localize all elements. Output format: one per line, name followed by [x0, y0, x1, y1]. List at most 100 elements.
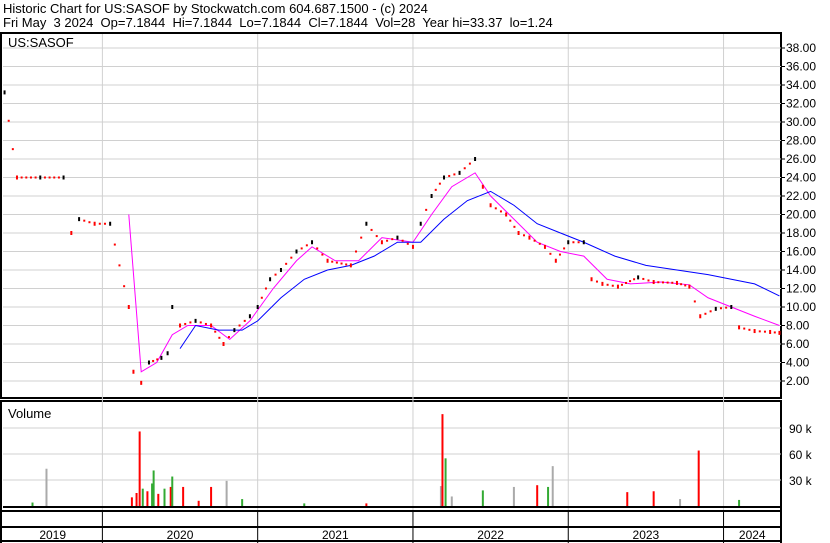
price-mark [684, 284, 687, 287]
price-mark [48, 176, 51, 179]
y-tick-label: 28.00 [786, 134, 816, 148]
price-mark [93, 221, 96, 226]
y-tick-label: 6.00 [786, 337, 810, 351]
price-mark [113, 243, 116, 246]
price-mark [260, 296, 263, 299]
price-mark [127, 305, 130, 309]
price-mark [391, 238, 394, 241]
volume-bar [697, 450, 700, 506]
price-mark [549, 252, 552, 255]
price-mark [693, 300, 696, 303]
price-mark [305, 244, 308, 247]
price-mark [494, 207, 497, 210]
price-mark [538, 242, 541, 245]
y-tick-label: 16.00 [786, 245, 816, 259]
price-mark [725, 306, 728, 309]
price-mark [321, 253, 324, 256]
price-mark [601, 281, 604, 286]
price-mark [285, 262, 288, 265]
volume-bar [536, 485, 539, 506]
price-mark [671, 281, 674, 284]
price-mark [629, 280, 632, 283]
price-mark [189, 321, 192, 324]
price-mark [468, 162, 471, 165]
price-mark [349, 263, 352, 268]
price-mark [563, 247, 566, 250]
volume-bar [551, 466, 554, 506]
price-mark [652, 280, 655, 285]
price-mark [140, 380, 143, 385]
price-mark [419, 221, 422, 226]
price-mark [311, 240, 314, 245]
price-mark [474, 157, 477, 161]
price-mark [295, 249, 298, 254]
price-mark [218, 336, 221, 339]
volume-bar [152, 470, 155, 506]
price-mark [411, 244, 414, 249]
price-mark [666, 281, 669, 284]
price-mark [688, 284, 691, 289]
price-mark [34, 176, 37, 179]
price-mark [675, 280, 678, 285]
price-mark [661, 281, 664, 284]
volume-bar [171, 476, 174, 506]
price-mark [132, 369, 135, 374]
volume-bar [652, 491, 655, 506]
volume-bar [547, 486, 550, 506]
price-mark [29, 176, 32, 179]
price-mark [248, 314, 251, 319]
volume-bar [130, 497, 133, 506]
price-mark [171, 305, 174, 309]
volume-tick-label: 90 k [789, 422, 813, 436]
price-mark [773, 331, 776, 334]
y-tick-label: 14.00 [786, 263, 816, 277]
price-mark [522, 234, 525, 237]
x-tick-label: 2024 [739, 528, 766, 542]
price-mark [53, 176, 56, 179]
price-mark [210, 323, 213, 328]
price-mark [204, 322, 207, 325]
price-mark [567, 240, 570, 245]
volume-bar [45, 468, 48, 506]
price-mark [401, 239, 404, 242]
price-mark [103, 222, 106, 225]
volume-bar [157, 493, 160, 506]
volume-bar [303, 503, 306, 506]
price-mark [194, 318, 197, 323]
price-mark [184, 322, 187, 325]
price-mark [214, 330, 217, 333]
price-panel [0, 32, 782, 399]
price-mark [513, 225, 516, 228]
price-mark [62, 175, 65, 180]
volume-tick-label: 60 k [789, 448, 813, 462]
price-mark [25, 176, 28, 179]
price-mark [657, 281, 660, 284]
price-mark [98, 222, 101, 225]
volume-bar [738, 499, 741, 506]
volume-bar [444, 458, 447, 506]
y-tick-label: 12.00 [786, 282, 816, 296]
price-mark [443, 175, 446, 180]
price-mark [572, 241, 575, 244]
price-mark [438, 182, 441, 185]
price-mark [256, 305, 259, 309]
volume-bar [210, 486, 213, 506]
price-mark [505, 212, 508, 217]
price-mark [590, 277, 593, 282]
price-mark [39, 175, 42, 180]
volume-tick-label: 30 k [789, 474, 813, 488]
price-mark [166, 351, 169, 356]
x-tick-label: 2021 [322, 528, 349, 542]
volume-bar [441, 414, 444, 506]
price-mark [118, 264, 121, 267]
price-mark [554, 258, 557, 263]
price-mark [463, 167, 466, 170]
price-mark [43, 176, 46, 179]
price-mark [595, 280, 598, 283]
y-tick-label: 32.00 [786, 97, 816, 111]
volume-bar [197, 500, 200, 506]
price-mark [355, 250, 358, 253]
volume-bar [365, 503, 368, 506]
volume-bar [31, 502, 34, 506]
volume-bar [146, 491, 149, 506]
